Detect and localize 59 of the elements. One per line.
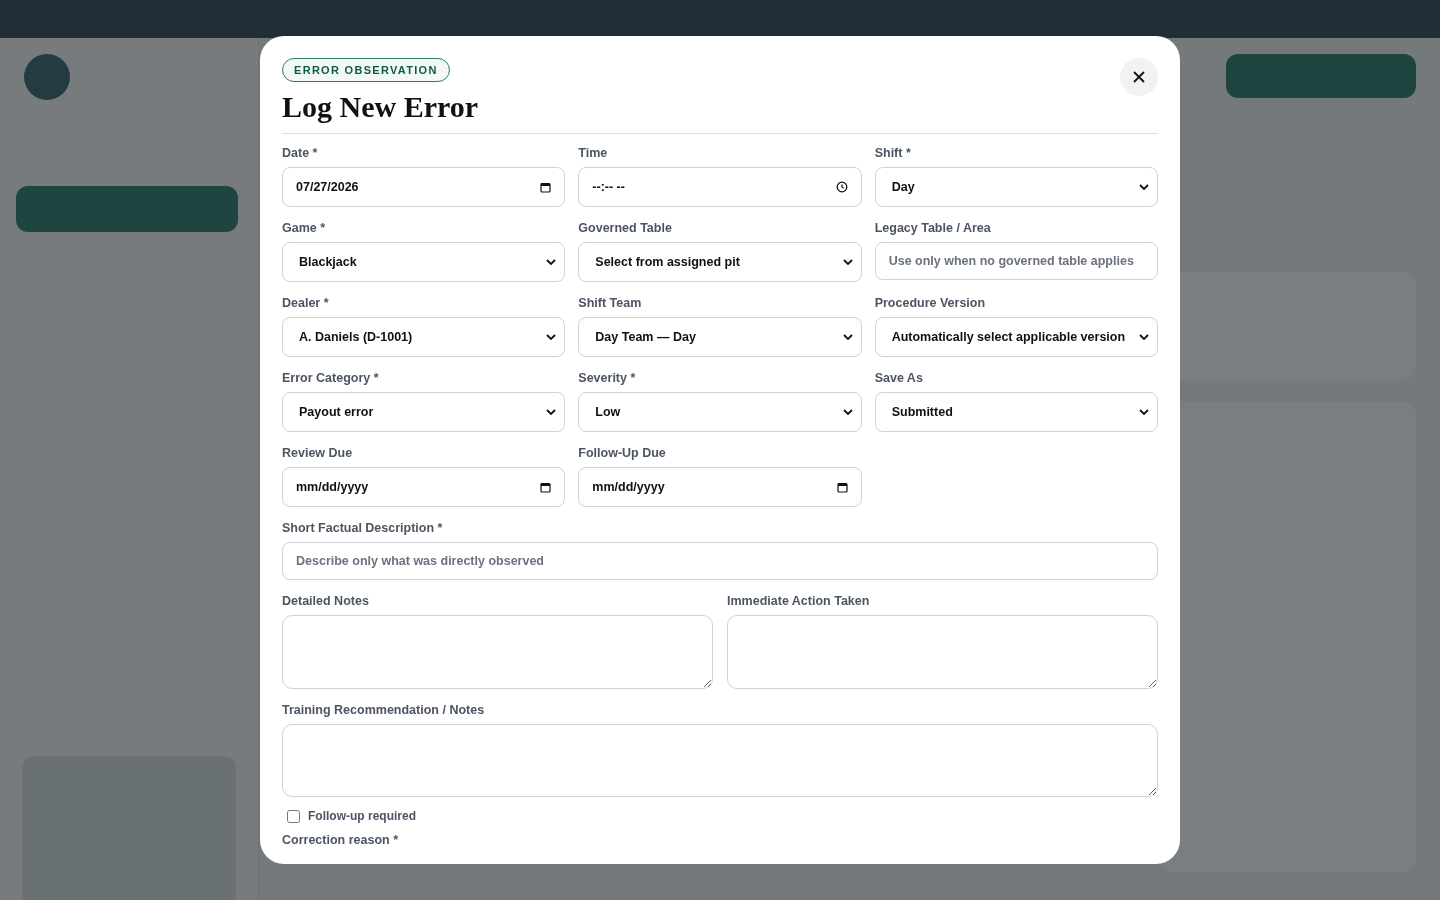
field-label: Legacy Table / Area [874,221,992,236]
close-icon [1133,71,1145,83]
date-field[interactable]: mm/dd/yyyy [578,467,862,507]
chevron-icon [1139,334,1149,340]
select-field[interactable]: Blackjack [282,242,566,282]
select-field[interactable]: Submitted [874,392,1158,432]
input-field[interactable]: Describe only what was directly observed [282,542,1158,580]
sidebar-item[interactable] [16,186,238,232]
chevron-icon [842,334,853,340]
field-label: Procedure Version [874,296,987,311]
chevron-icon [546,409,557,415]
select-field[interactable]: Payout error [282,392,566,432]
field-label: Date * [282,146,319,161]
time-field[interactable]: --:-- -- [578,167,862,207]
new-observation-button[interactable] [1226,54,1416,98]
field-label: Review Due [282,446,354,461]
field-label: Follow-Up Due [578,446,667,461]
text-area[interactable] [282,615,713,689]
select-field[interactable]: Low [578,392,862,432]
close-button[interactable] [1120,58,1158,96]
date-field[interactable]: mm/dd/yyyy [282,467,566,507]
field-label: Governed Table [578,221,673,236]
field-label: Dealer * [282,296,330,311]
chevron-icon [1139,409,1149,415]
calendar-icon [540,481,552,493]
checkbox-label: Follow-up required [308,809,416,823]
field-label: Training Recommendation / Notes [282,703,486,718]
field-label: Detailed Notes [282,594,370,609]
chevron-icon [842,409,853,415]
chevron-icon [842,259,853,265]
chevron-icon [546,259,557,265]
select-field[interactable]: Day [874,167,1158,207]
select-field[interactable]: A. Daniels (D-1001) [282,317,566,357]
field-label: Severity * [578,371,637,386]
select-field[interactable]: Select from assigned pit [578,242,862,282]
clock-icon [835,181,848,193]
input-field[interactable]: Use only when no governed table applies [874,242,1158,280]
calendar-icon [540,181,552,193]
category-badge: ERROR OBSERVATION [282,58,450,82]
field-label: Short Factual Description * [282,521,444,536]
logo-icon [24,54,70,100]
field-label: Game * [282,221,327,236]
select-field[interactable]: Day Team — Day [578,317,862,357]
field-label: Correction reason * [282,833,399,848]
field-label: Save As [874,371,924,386]
text-area[interactable] [727,615,1158,689]
chevron-icon [1139,184,1149,190]
text-area[interactable] [282,724,1158,797]
field-label: Shift Team [578,296,643,311]
field-label: Error Category * [282,371,380,386]
date-field[interactable]: 07/27/2026 [282,167,566,207]
field-label: Shift * [874,146,912,161]
field-label: Immediate Action Taken [727,594,871,609]
field-label: Time [578,146,609,161]
modal-title: Log New Error [282,90,479,123]
select-field[interactable]: Automatically select applicable version [874,317,1158,357]
checkbox[interactable] [287,809,300,823]
chevron-icon [546,334,557,340]
calendar-icon [836,481,848,493]
